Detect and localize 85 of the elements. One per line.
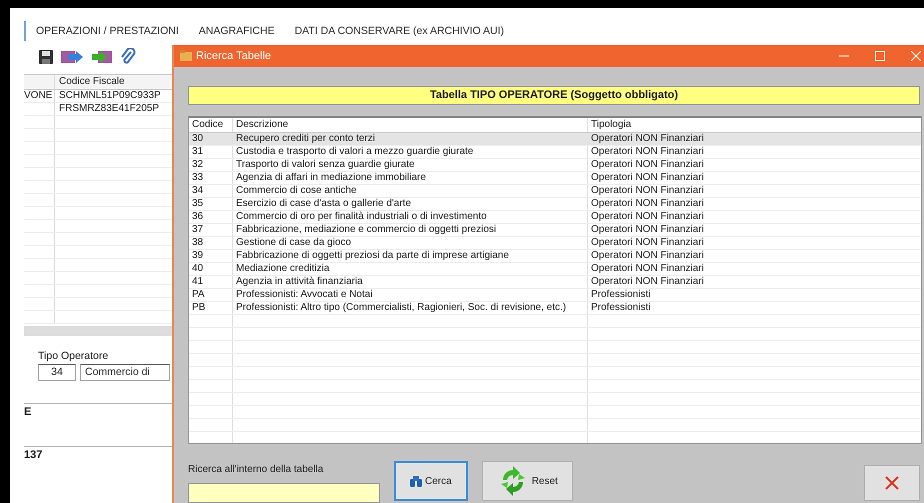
close-icon[interactable] [911, 50, 921, 61]
table-row[interactable]: 37 Fabbricazione, mediazione e commercio di oggetti preziosi Operatori NON Finanziari [189, 224, 921, 237]
table-cell: Trasporto di valori senza guardie giurate [233, 158, 588, 171]
database-arrow-icon[interactable] [60, 49, 84, 65]
table-cell: 33 [189, 172, 233, 184]
table-row[interactable]: 39 Fabbricazione di oggetti preziosi da parte di imprese artigiane Operatori NON Finanziari [189, 250, 921, 263]
table-row[interactable]: 33 Agenzia di affari in mediazione immobiliare Operatori NON Finanziari [189, 172, 921, 185]
search-label: Ricerca all'interno della tabella [188, 464, 324, 475]
table-cell-text: Professionisti [590, 288, 652, 301]
table-cell: Custodia e trasporto di valori a mezzo guardie giurate [233, 146, 588, 158]
search-field[interactable] [188, 483, 380, 503]
table-cell: 38 [189, 236, 233, 249]
field-label: Tipo Operatore [38, 350, 110, 362]
table-cell-text: Operatori NON Finanziari [590, 210, 705, 223]
table-cell: PB [189, 302, 233, 314]
table-cell: 32 [189, 158, 233, 171]
table-cell: Agenzia di affari in mediazione immobiliare [233, 172, 588, 184]
table-row[interactable]: 36 Commercio di oro per finalità industriali o di investimento Operatori NON Finanziari [189, 210, 921, 224]
table-heading: Tabella TIPO OPERATORE (Soggetto obbligato) [188, 86, 920, 105]
tab[interactable]: OPERAZIONI / PRESTAZIONI [36, 25, 179, 37]
table-cell-text: Operatori NON Finanziari [590, 262, 705, 275]
table-row[interactable]: PB Professionisti: Altro tipo (Commercialisti, Ragionieri, Soc. di revisione, etc.) Professionisti [189, 302, 921, 315]
table-cell: 41 [189, 276, 233, 288]
database-arrow-icon[interactable] [90, 49, 114, 65]
table-cell: 35 [189, 198, 233, 210]
table-row[interactable]: 31 Custodia e trasporto di valori a mezzo guardie giurate Operatori NON Finanziari [189, 146, 921, 159]
table-cell-text: Operatori NON Finanziari [590, 224, 705, 236]
table-cell: Commercio di cose antiche [233, 184, 588, 197]
table-row[interactable]: 30 Recupero crediti per conto terzi Operatori NON Finanziari [189, 132, 921, 146]
table-cell-text: FRSMRZ83E41F205P [58, 103, 160, 115]
table-cell: 37 [189, 224, 233, 236]
table-cell: Esercizio di case d'asta o gallerie d'arte [233, 198, 588, 210]
table-row[interactable]: 34 Commercio di cose antiche Operatori NON Finanziari [189, 184, 921, 198]
table-cell-text: Operatori NON Finanziari [590, 184, 705, 197]
reset-button[interactable]: Reset [482, 461, 573, 501]
table-cell: Fabbricazione di oggetti preziosi da parte di imprese artigiane [233, 250, 588, 262]
tab[interactable]: ANAGRAFICHE [198, 25, 275, 37]
table-cell-text: Operatori NON Finanziari [590, 236, 705, 249]
table-cell-text: Operatori NON Finanziari [590, 276, 705, 288]
column-header[interactable]: Tipologia [588, 118, 921, 132]
table-cell: Fabbricazione, mediazione e commercio di oggetti preziosi [233, 224, 588, 236]
table-cell: 39 [189, 250, 233, 262]
table-cell: 31 [189, 146, 233, 158]
folder-icon [180, 50, 192, 62]
table-cell: Gestione di case da gioco [233, 236, 588, 249]
table-cell-text: Operatori NON Finanziari [590, 146, 705, 158]
table-row[interactable]: 35 Esercizio di case d'asta o gallerie d'arte Operatori NON Finanziari [189, 198, 921, 211]
table-cell: 36 [189, 210, 233, 223]
table-cell: VONE [24, 90, 55, 102]
column-header[interactable]: Descrizione [233, 118, 588, 132]
tab[interactable]: DATI DA CONSERVARE (ex ARCHIVIO AUI) [294, 25, 504, 37]
paperclip-icon[interactable] [120, 48, 136, 66]
scrollbar-track[interactable] [24, 326, 174, 336]
column-header[interactable]: Codice [189, 118, 233, 132]
maximize-icon[interactable] [875, 50, 885, 61]
table-row[interactable]: 38 Gestione di case da gioco Operatori NON Finanziari [189, 236, 921, 250]
table-cell-text: Operatori NON Finanziari [590, 250, 705, 262]
window-title: Ricerca Tabelle [196, 50, 272, 62]
table-cell: 40 [189, 262, 233, 275]
table-cell: 34 [189, 184, 233, 197]
table-cell-text: Operatori NON Finanziari [590, 198, 705, 210]
table-cell-text: Operatori NON Finanziari [590, 158, 705, 171]
table-cell-text: Operatori NON Finanziari [590, 172, 705, 184]
table-cell: Commercio di oro per finalità industriali o di investimento [233, 210, 588, 223]
close-button[interactable] [864, 465, 920, 501]
table-cell: Mediazione creditizia [233, 262, 588, 275]
code-field[interactable]: 34 [38, 364, 76, 381]
table-cell-text: SCHMNL51P09C933P [58, 90, 161, 102]
table-row[interactable]: 41 Agenzia in attività finanziaria Operatori NON Finanziari [189, 276, 921, 289]
table-cell: PA [189, 288, 233, 301]
table-row[interactable]: 40 Mediazione creditizia Operatori NON Finanziari [189, 262, 921, 276]
table-row[interactable]: PA Professionisti: Avvocati e Notai Professionisti [189, 288, 921, 302]
save-icon[interactable] [38, 49, 54, 65]
description-field[interactable]: Commercio di [80, 364, 170, 381]
table-cell: Agenzia in attività finanziaria [233, 276, 588, 288]
table-cell-text: Professionisti [590, 302, 652, 314]
search-button[interactable]: Cerca [394, 461, 468, 501]
table-row[interactable]: 32 Trasporto di valori senza guardie giurate Operatori NON Finanziari [189, 158, 921, 172]
close-icon [885, 476, 899, 490]
table-cell: Professionisti: Avvocati e Notai [233, 288, 588, 301]
table-cell-text: Operatori NON Finanziari [590, 132, 705, 145]
table-cell: Professionisti: Altro tipo (Commercialisti, Ragionieri, Soc. di revisione, etc.) [233, 302, 588, 314]
binoculars-icon [410, 476, 422, 486]
table-cell: Recupero crediti per conto terzi [233, 132, 588, 145]
table-cell: 30 [189, 132, 233, 145]
